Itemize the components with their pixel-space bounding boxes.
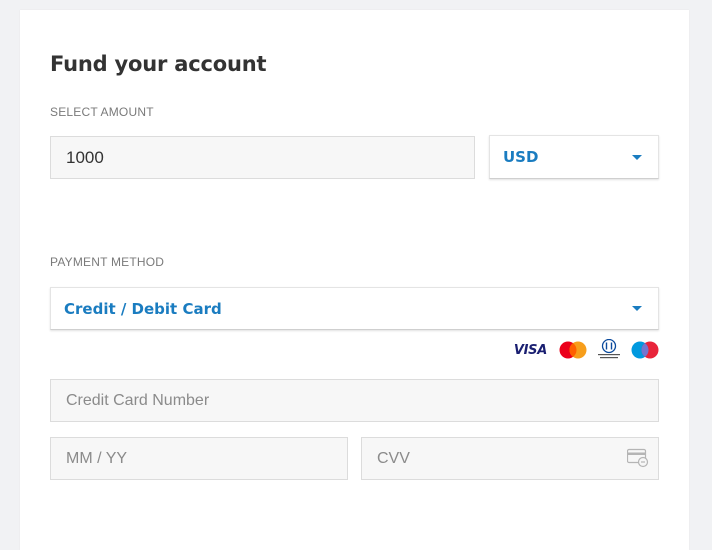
payment-method-select[interactable]: Credit / Debit Card	[50, 287, 659, 330]
amount-input[interactable]	[50, 136, 475, 179]
diners-club-icon	[595, 339, 623, 361]
page-title: Fund your account	[50, 52, 267, 76]
caret-down-icon	[632, 306, 642, 311]
credit-card-number-input[interactable]	[50, 379, 659, 422]
caret-down-icon	[632, 154, 642, 160]
select-amount-label: SELECT AMOUNT	[50, 105, 154, 119]
fund-account-card: Fund your account SELECT AMOUNT USD PAYM…	[20, 10, 689, 550]
cvv-input[interactable]	[361, 437, 659, 480]
maestro-icon	[630, 341, 660, 359]
visa-icon: VISA	[513, 342, 547, 358]
mastercard-icon	[558, 341, 588, 359]
card-logos: VISA	[508, 339, 660, 361]
credit-card-cvv-icon	[626, 448, 649, 468]
payment-method-select-value: Credit / Debit Card	[64, 299, 222, 318]
payment-method-label: PAYMENT METHOD	[50, 255, 165, 269]
currency-select[interactable]: USD	[489, 135, 659, 179]
expiry-date-input[interactable]	[50, 437, 348, 480]
currency-select-value: USD	[503, 148, 539, 166]
